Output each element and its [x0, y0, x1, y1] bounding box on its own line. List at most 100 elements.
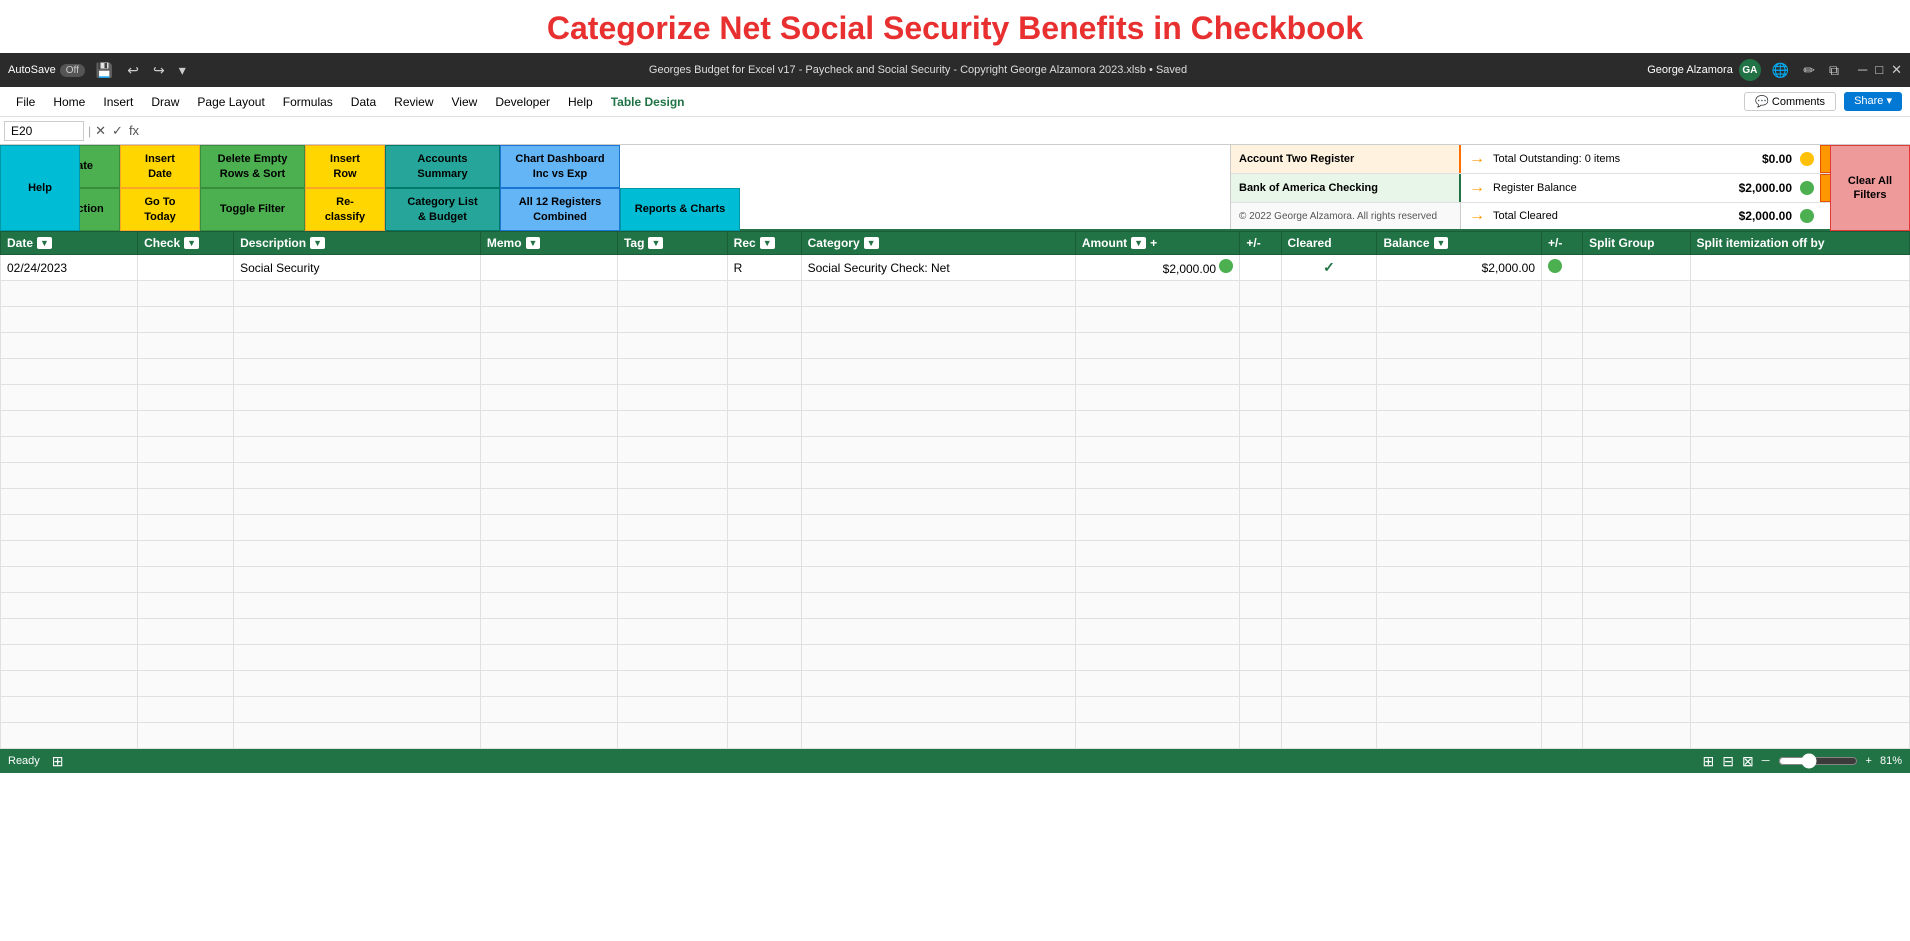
minimize-button[interactable]: ─ [1858, 62, 1867, 78]
outstanding-dot [1800, 152, 1814, 166]
delete-empty-rows-button[interactable]: Delete Empty Rows & Sort [200, 145, 305, 188]
page-layout-view-icon[interactable]: ⊟ [1722, 753, 1734, 770]
menu-developer[interactable]: Developer [487, 91, 558, 113]
cell-check [138, 255, 234, 281]
data-table: Date▼ Check▼ Description▼ Memo▼ Tag▼ Rec… [0, 231, 1910, 749]
insert-function-icon[interactable]: fx [129, 123, 139, 139]
menu-page-layout[interactable]: Page Layout [189, 91, 272, 113]
status-icon[interactable]: ⊞ [52, 753, 64, 770]
cell-cleared: ✓ [1281, 255, 1377, 281]
close-button[interactable]: ✕ [1891, 62, 1902, 78]
table-row [1, 281, 1910, 307]
window-controls: ─ □ ✕ [1858, 62, 1902, 78]
rec-filter-arrow[interactable]: ▼ [760, 237, 775, 249]
restore-icon[interactable]: ⧉ [1826, 62, 1842, 79]
cat-filter-arrow[interactable]: ▼ [864, 237, 879, 249]
table-row [1, 645, 1910, 671]
pen-icon[interactable]: ✏ [1800, 62, 1818, 79]
user-name: George Alzamora [1647, 64, 1733, 76]
globe-icon[interactable]: 🌐 [1769, 62, 1792, 79]
redo-icon[interactable]: ↪ [150, 62, 168, 79]
autosave-toggle[interactable]: Off [60, 64, 85, 77]
page-break-view-icon[interactable]: ⊠ [1742, 753, 1754, 770]
menu-insert[interactable]: Insert [95, 91, 141, 113]
menu-bar: File Home Insert Draw Page Layout Formul… [0, 87, 1910, 117]
clear-all-filters-button[interactable]: Clear All Filters [1830, 145, 1910, 231]
menu-help[interactable]: Help [560, 91, 601, 113]
zoom-slider[interactable] [1778, 753, 1858, 769]
table-row: 02/24/2023 Social Security R Social Secu… [1, 255, 1910, 281]
menu-file[interactable]: File [8, 91, 43, 113]
cell-tag [617, 255, 727, 281]
date-filter-arrow[interactable]: ▼ [37, 237, 52, 249]
toggle-filter-button[interactable]: Toggle Filter [200, 188, 305, 231]
formula-input[interactable] [143, 122, 1906, 140]
register-dot [1800, 181, 1814, 195]
total-cleared-arrow: → [1461, 207, 1493, 225]
reports-charts-button[interactable]: Reports & Charts [620, 188, 740, 231]
balance-dot [1548, 259, 1562, 273]
ribbon-info-panel: Account Two Register → Total Outstanding… [1230, 145, 1910, 229]
cell-amount: $2,000.00 [1075, 255, 1240, 281]
chart-dashboard-button[interactable]: Chart Dashboard Inc vs Exp [500, 145, 620, 188]
ready-label: Ready [8, 755, 40, 767]
insert-row-button[interactable]: Insert Row [305, 145, 385, 188]
memo-filter-arrow[interactable]: ▼ [526, 237, 541, 249]
reclassify-button[interactable]: Re- classify [305, 188, 385, 231]
title-bar: AutoSave Off 💾 ↩ ↪ ▾ Georges Budget for … [0, 53, 1910, 87]
comments-button[interactable]: 💬 Comments [1744, 92, 1836, 111]
table-row [1, 671, 1910, 697]
col-amount: Amount▼+ [1075, 232, 1240, 255]
menu-data[interactable]: Data [343, 91, 384, 113]
formula-separator: | [88, 124, 91, 138]
col-rec: Rec▼ [727, 232, 801, 255]
menu-draw[interactable]: Draw [143, 91, 187, 113]
zoom-minus-icon[interactable]: ─ [1762, 755, 1770, 767]
help-button[interactable]: Help [0, 145, 80, 231]
spreadsheet-area: Date▼ Check▼ Description▼ Memo▼ Tag▼ Rec… [0, 231, 1910, 749]
check-filter-arrow[interactable]: ▼ [184, 237, 199, 249]
file-title: Georges Budget for Excel v17 - Paycheck … [197, 64, 1639, 76]
amount-filter-arrow[interactable]: ▼ [1131, 237, 1146, 249]
menu-review[interactable]: Review [386, 91, 441, 113]
desc-filter-arrow[interactable]: ▼ [310, 237, 325, 249]
ribbon-bottom-row: New Transaction Go To Today Toggle Filte… [0, 188, 1230, 231]
copyright-row: © 2022 George Alzamora. All rights reser… [1231, 203, 1910, 229]
all-12-registers-button[interactable]: All 12 Registers Combined [500, 188, 620, 231]
normal-view-icon[interactable]: ⊞ [1703, 753, 1715, 770]
insert-date-button[interactable]: Insert Date [120, 145, 200, 188]
zoom-level: 81% [1880, 755, 1902, 767]
bank-of-america-row: Bank of America Checking → Register Bala… [1231, 174, 1910, 203]
table-row [1, 437, 1910, 463]
tag-filter-arrow[interactable]: ▼ [648, 237, 663, 249]
account-two-register-row: Account Two Register → Total Outstanding… [1231, 145, 1910, 174]
formula-icons: ✕ ✓ fx [95, 123, 139, 139]
outstanding-arrow-icon: → [1461, 150, 1493, 168]
zoom-plus-icon[interactable]: + [1866, 755, 1872, 767]
menu-formulas[interactable]: Formulas [275, 91, 341, 113]
customize-icon[interactable]: ▾ [176, 62, 189, 79]
menu-home[interactable]: Home [45, 91, 93, 113]
status-bar: Ready ⊞ ⊞ ⊟ ⊠ ─ + 81% [0, 749, 1910, 773]
confirm-formula-icon[interactable]: ✓ [112, 123, 123, 139]
cell-reference-input[interactable] [4, 121, 84, 141]
balance-filter-arrow[interactable]: ▼ [1434, 237, 1449, 249]
save-icon[interactable]: 💾 [93, 62, 116, 79]
table-header-row: Date▼ Check▼ Description▼ Memo▼ Tag▼ Rec… [1, 232, 1910, 255]
table-row [1, 515, 1910, 541]
table-row [1, 307, 1910, 333]
share-button[interactable]: Share ▾ [1844, 92, 1902, 111]
maximize-button[interactable]: □ [1875, 62, 1883, 78]
accounts-summary-button[interactable]: Accounts Summary [385, 145, 500, 188]
col-cleared: Cleared [1281, 232, 1377, 255]
menu-table-design[interactable]: Table Design [603, 91, 693, 113]
category-list-budget-button[interactable]: Category List & Budget [385, 188, 500, 231]
go-to-today-button[interactable]: Go To Today [120, 188, 200, 231]
cell-rec: R [727, 255, 801, 281]
undo-icon[interactable]: ↩ [124, 62, 142, 79]
avatar: GA [1739, 59, 1761, 81]
menu-view[interactable]: View [444, 91, 486, 113]
table-row [1, 541, 1910, 567]
col-split-group: Split Group [1583, 232, 1690, 255]
cancel-formula-icon[interactable]: ✕ [95, 123, 106, 139]
